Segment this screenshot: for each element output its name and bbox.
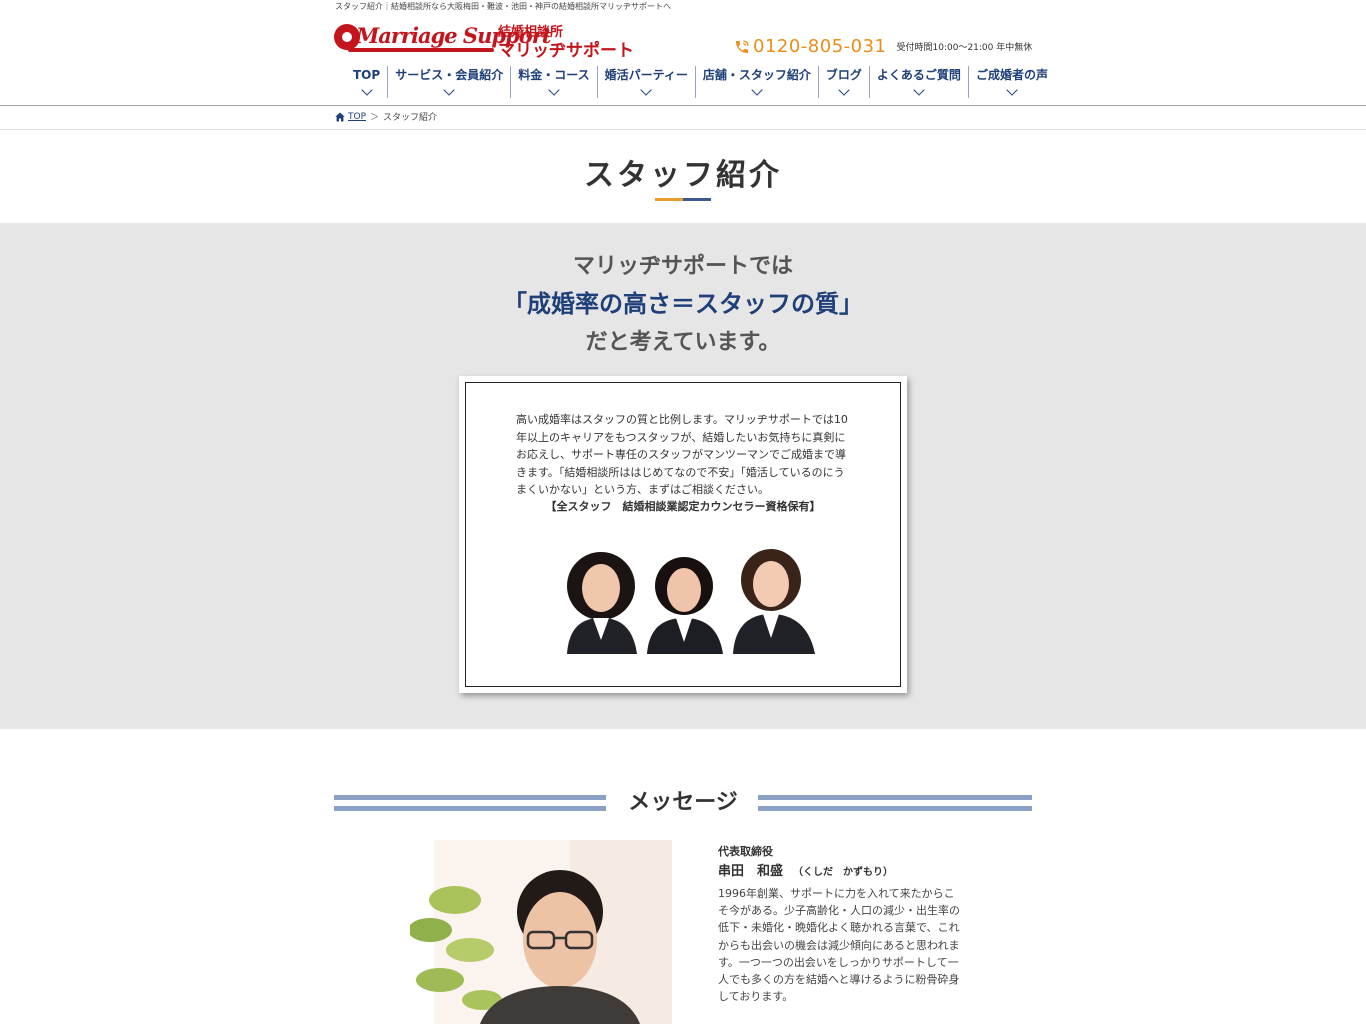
phone-contact[interactable]: 0120-805-031 受付時間10:00〜21:00 年中無休 bbox=[734, 36, 1032, 57]
logo-name: マリッヂサポート bbox=[498, 41, 634, 61]
nav-item-blog[interactable]: ブログ bbox=[817, 66, 869, 98]
ceo-photo bbox=[410, 840, 672, 1024]
chevron-down-icon bbox=[640, 84, 652, 96]
intro-line-3: だと考えています。 bbox=[585, 330, 781, 355]
ceo-name: 串田 和盛 bbox=[718, 864, 784, 879]
phone-icon bbox=[736, 39, 749, 53]
chevron-down-icon bbox=[443, 84, 455, 96]
breadcrumb-top-link[interactable]: TOP bbox=[348, 112, 366, 122]
chevron-down-icon bbox=[913, 84, 925, 96]
nav-item-party[interactable]: 婚活パーティー bbox=[596, 66, 695, 98]
message-heading: メッセージ bbox=[334, 788, 1032, 818]
breadcrumb-separator: ＞ bbox=[370, 113, 380, 123]
message-heading-text: メッセージ bbox=[628, 790, 738, 815]
ceo-name-reading: （くしだ かずもり） bbox=[793, 867, 894, 878]
chevron-down-icon bbox=[838, 84, 850, 96]
intro-line-1: マリッヂサポートでは bbox=[572, 254, 793, 279]
title-underline bbox=[655, 198, 711, 201]
phone-hours: 受付時間10:00〜21:00 年中無休 bbox=[896, 43, 1033, 53]
nav-label: ご成婚者の声 bbox=[975, 68, 1048, 82]
nav-item-service[interactable]: サービス・会員紹介 bbox=[387, 66, 510, 98]
nav-label: ブログ bbox=[825, 68, 862, 82]
nav-item-top[interactable]: TOP bbox=[346, 66, 387, 98]
staff-card-text: 高い成婚率はスタッフの質と比例します。マリッヂサポートでは10年以上のキャリアを… bbox=[516, 413, 848, 496]
nav-item-shop-staff[interactable]: 店舗・スタッフ紹介 bbox=[694, 66, 818, 98]
chevron-down-icon bbox=[360, 84, 373, 96]
nav-label: よくあるご質問 bbox=[876, 68, 961, 82]
chevron-down-icon bbox=[1006, 84, 1018, 96]
breadcrumb: TOP ＞ スタッフ紹介 bbox=[335, 110, 437, 123]
logo-script-mark: Marriage Support bbox=[334, 18, 551, 56]
ceo-role: 代表取締役 bbox=[718, 845, 773, 858]
nav-label: 店舗・スタッフ紹介 bbox=[702, 68, 811, 82]
header-tagline: スタッフ紹介｜結婚相談所なら大阪梅田・難波・池田・神戸の結婚相談所マリッヂサポー… bbox=[335, 2, 671, 11]
nav-label: TOP bbox=[353, 68, 381, 82]
phone-number[interactable]: 0120-805-031 bbox=[753, 36, 887, 57]
site-logo[interactable]: Marriage Support 結婚相談所 マリッヂサポート bbox=[334, 18, 636, 61]
chevron-down-icon bbox=[548, 84, 560, 96]
ceo-message: 1996年創業、サポートに力を入れて来たからこそ今がある。少子高齢化・人口の減少… bbox=[718, 887, 960, 1004]
chevron-down-icon bbox=[751, 84, 763, 96]
nav-item-voices[interactable]: ご成婚者の声 bbox=[967, 66, 1055, 98]
ceo-name-line: 串田 和盛 （くしだ かずもり） bbox=[718, 860, 893, 879]
logo-swoosh bbox=[348, 48, 494, 52]
nav-label: 料金・コース bbox=[518, 68, 590, 82]
breadcrumb-current: スタッフ紹介 bbox=[383, 113, 438, 123]
home-icon bbox=[335, 112, 345, 121]
staff-certification: 【全スタッフ 結婚相談業認定カウンセラー資格保有】 bbox=[545, 500, 821, 513]
nav-label: サービス・会員紹介 bbox=[395, 68, 504, 82]
staff-photo bbox=[553, 548, 815, 654]
global-nav: TOP サービス・会員紹介 料金・コース 婚活パーティー 店舗・スタッフ紹介 ブ… bbox=[346, 66, 1055, 98]
page-title: スタッフ紹介 bbox=[584, 158, 782, 193]
breadcrumb-bar bbox=[0, 106, 1366, 130]
nav-label: 婚活パーティー bbox=[604, 68, 688, 82]
nav-item-faq[interactable]: よくあるご質問 bbox=[868, 66, 968, 98]
nav-item-price[interactable]: 料金・コース bbox=[510, 66, 596, 98]
intro-line-2: 「成婚率の高さ＝スタッフの質」 bbox=[503, 290, 863, 318]
